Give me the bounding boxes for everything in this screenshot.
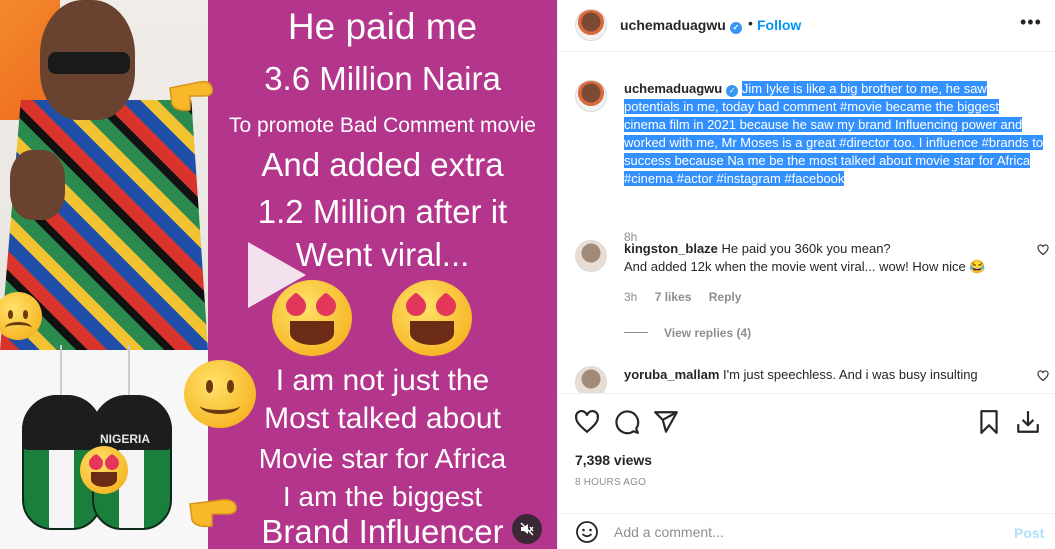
poster-line: Most talked about <box>264 402 501 435</box>
pointing-hand-icon <box>189 499 238 528</box>
poster-line: And added extra <box>261 146 504 183</box>
avatar[interactable] <box>575 366 607 393</box>
verified-badge-icon: ✓ <box>729 22 742 34</box>
poster-line: Movie star for Africa <box>258 443 507 474</box>
heart-icon[interactable] <box>1037 244 1049 256</box>
heart-eyes-emoji-icon <box>392 280 472 356</box>
post-timestamp[interactable]: 8 HOURS AGO <box>575 477 646 488</box>
post-button[interactable]: Post <box>1014 525 1044 541</box>
post-media[interactable]: NIGERIA He paid me 3.6 Million Naira To … <box>0 0 557 549</box>
comment-username[interactable]: kingston_blaze <box>624 241 718 256</box>
glove-label: NIGERIA <box>100 432 151 446</box>
avatar[interactable] <box>575 80 607 112</box>
poster-line: I am not just the <box>275 364 490 397</box>
avatar[interactable] <box>575 9 607 41</box>
more-horizontal-icon[interactable]: ••• <box>1020 12 1042 33</box>
comment-text-block: yoruba_mallam I'm just speechless. And i… <box>624 366 1034 384</box>
reply-button[interactable]: Reply <box>709 290 742 304</box>
heart-icon[interactable] <box>1037 370 1049 382</box>
username-text[interactable]: uchemaduagwu <box>620 17 726 33</box>
comment-text-continued: And added 12k when the movie went viral.… <box>624 259 986 274</box>
comment-text: He paid you 360k you mean? <box>721 241 891 256</box>
play-icon[interactable] <box>248 242 306 308</box>
photo-sunglasses <box>48 52 130 74</box>
share-paper-plane-icon[interactable] <box>653 409 679 435</box>
save-bookmark-icon[interactable] <box>976 409 1002 435</box>
comment-username[interactable]: yoruba_mallam <box>624 367 719 382</box>
caption-text: Jim Iyke is like a big brother to me, he… <box>624 81 1044 186</box>
post-modal: NIGERIA He paid me 3.6 Million Naira To … <box>0 0 1055 549</box>
view-replies-button[interactable]: View replies (4) <box>624 326 751 340</box>
poster-line: 1.2 Million after it <box>257 193 508 230</box>
comment-bubble-icon[interactable] <box>614 409 640 435</box>
comment-meta: 3h 7 likes Reply <box>624 290 755 304</box>
poster-line: To promote Bad Comment movie <box>229 114 536 137</box>
poster-line: I am the biggest <box>282 481 483 512</box>
header-username[interactable]: uchemaduagwu ✓ <box>620 17 742 34</box>
comment-input[interactable] <box>614 522 994 542</box>
add-comment-bar: Post <box>558 513 1055 549</box>
comment-text: I'm just speechless. And i was busy insu… <box>723 367 978 382</box>
avatar[interactable] <box>575 240 607 272</box>
replies-divider <box>624 332 648 333</box>
poster-line: 3.6 Million Naira <box>264 60 501 97</box>
poster-line: He paid me <box>287 6 478 47</box>
pointing-hand-icon <box>169 80 214 112</box>
comment-text-block: kingston_blaze He paid you 360k you mean… <box>624 240 1034 276</box>
poster-line: Brand Influencer <box>261 513 504 549</box>
view-count[interactable]: 7,398 views <box>575 452 652 468</box>
like-heart-icon[interactable] <box>574 409 600 435</box>
download-icon[interactable] <box>1015 409 1041 435</box>
comment-likes[interactable]: 7 likes <box>655 290 692 304</box>
photo-hand <box>10 150 65 220</box>
smiling-face-emoji-icon <box>184 360 256 428</box>
verified-badge-icon: ✓ <box>726 85 739 97</box>
caption-username[interactable]: uchemaduagwu <box>624 81 722 96</box>
view-replies-label[interactable]: View replies (4) <box>664 326 751 340</box>
comments-list[interactable]: uchemaduagwu ✓ Jim Iyke is like a big bro… <box>558 52 1055 394</box>
post-side-panel: uchemaduagwu ✓ • Follow ••• uchemaduagwu ✓… <box>557 0 1055 549</box>
caption-text-block: uchemaduagwu ✓ Jim Iyke is like a big bro… <box>624 80 1044 188</box>
follow-button[interactable]: Follow <box>757 17 801 33</box>
heart-eyes-emoji-icon <box>80 446 128 494</box>
emoji-picker-icon[interactable] <box>575 520 599 544</box>
comment-time[interactable]: 3h <box>624 290 637 304</box>
separator-dot: • <box>748 15 753 31</box>
muted-speaker-icon[interactable] <box>512 514 542 544</box>
post-header: uchemaduagwu ✓ • Follow ••• <box>558 0 1055 52</box>
action-bar <box>558 395 1055 445</box>
